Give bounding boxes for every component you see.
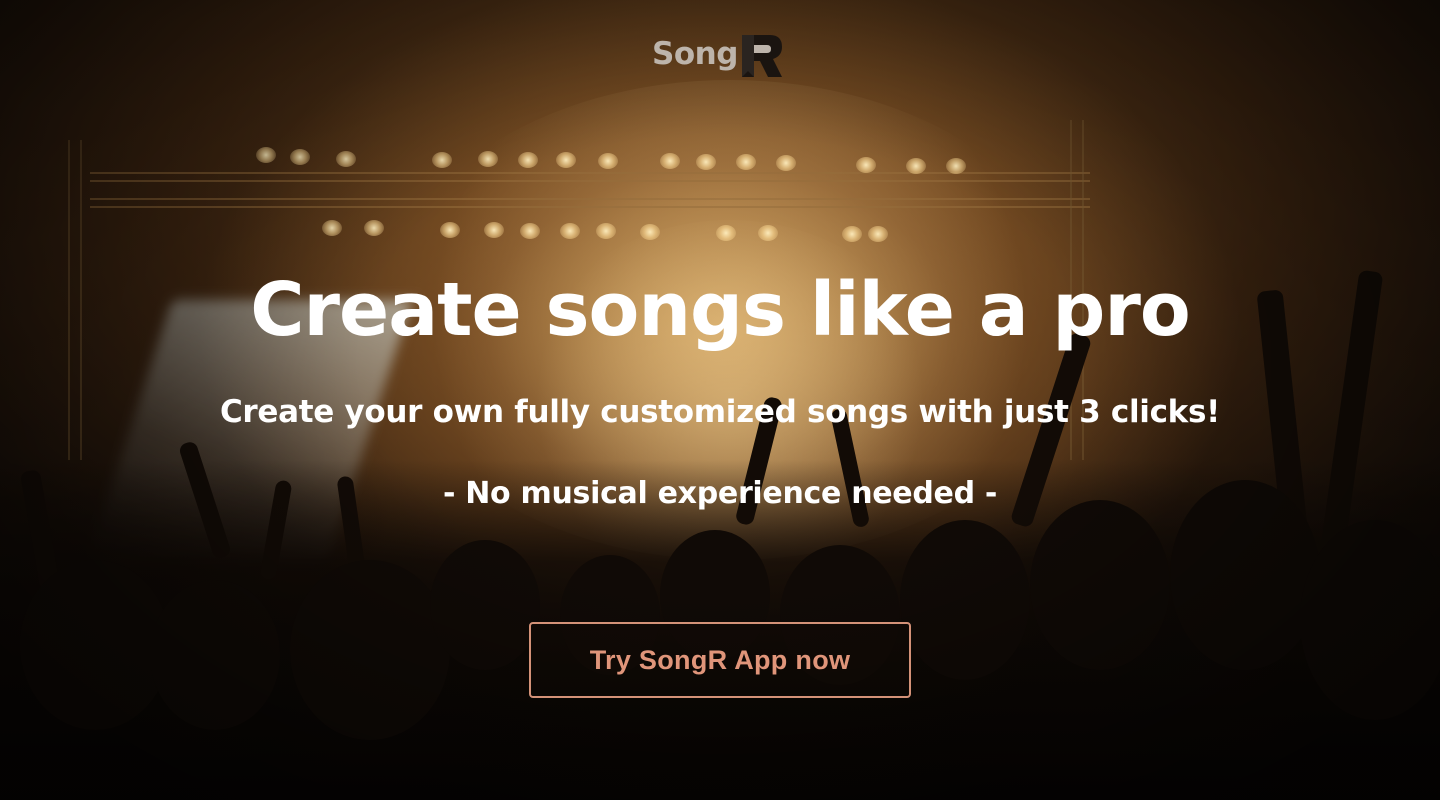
hero-title: Create songs like a pro <box>250 267 1191 353</box>
logo-r-mark-icon: R <box>740 29 782 77</box>
hero-note: - No musical experience needed - <box>442 476 998 511</box>
logo-mark-letter: R <box>740 29 741 30</box>
songr-logo[interactable]: Song R <box>652 28 784 80</box>
hero-subtitle: Create your own fully customized songs w… <box>219 394 1220 430</box>
logo-text: Song <box>652 36 738 72</box>
try-app-button[interactable]: Try SongR App now <box>529 622 911 698</box>
